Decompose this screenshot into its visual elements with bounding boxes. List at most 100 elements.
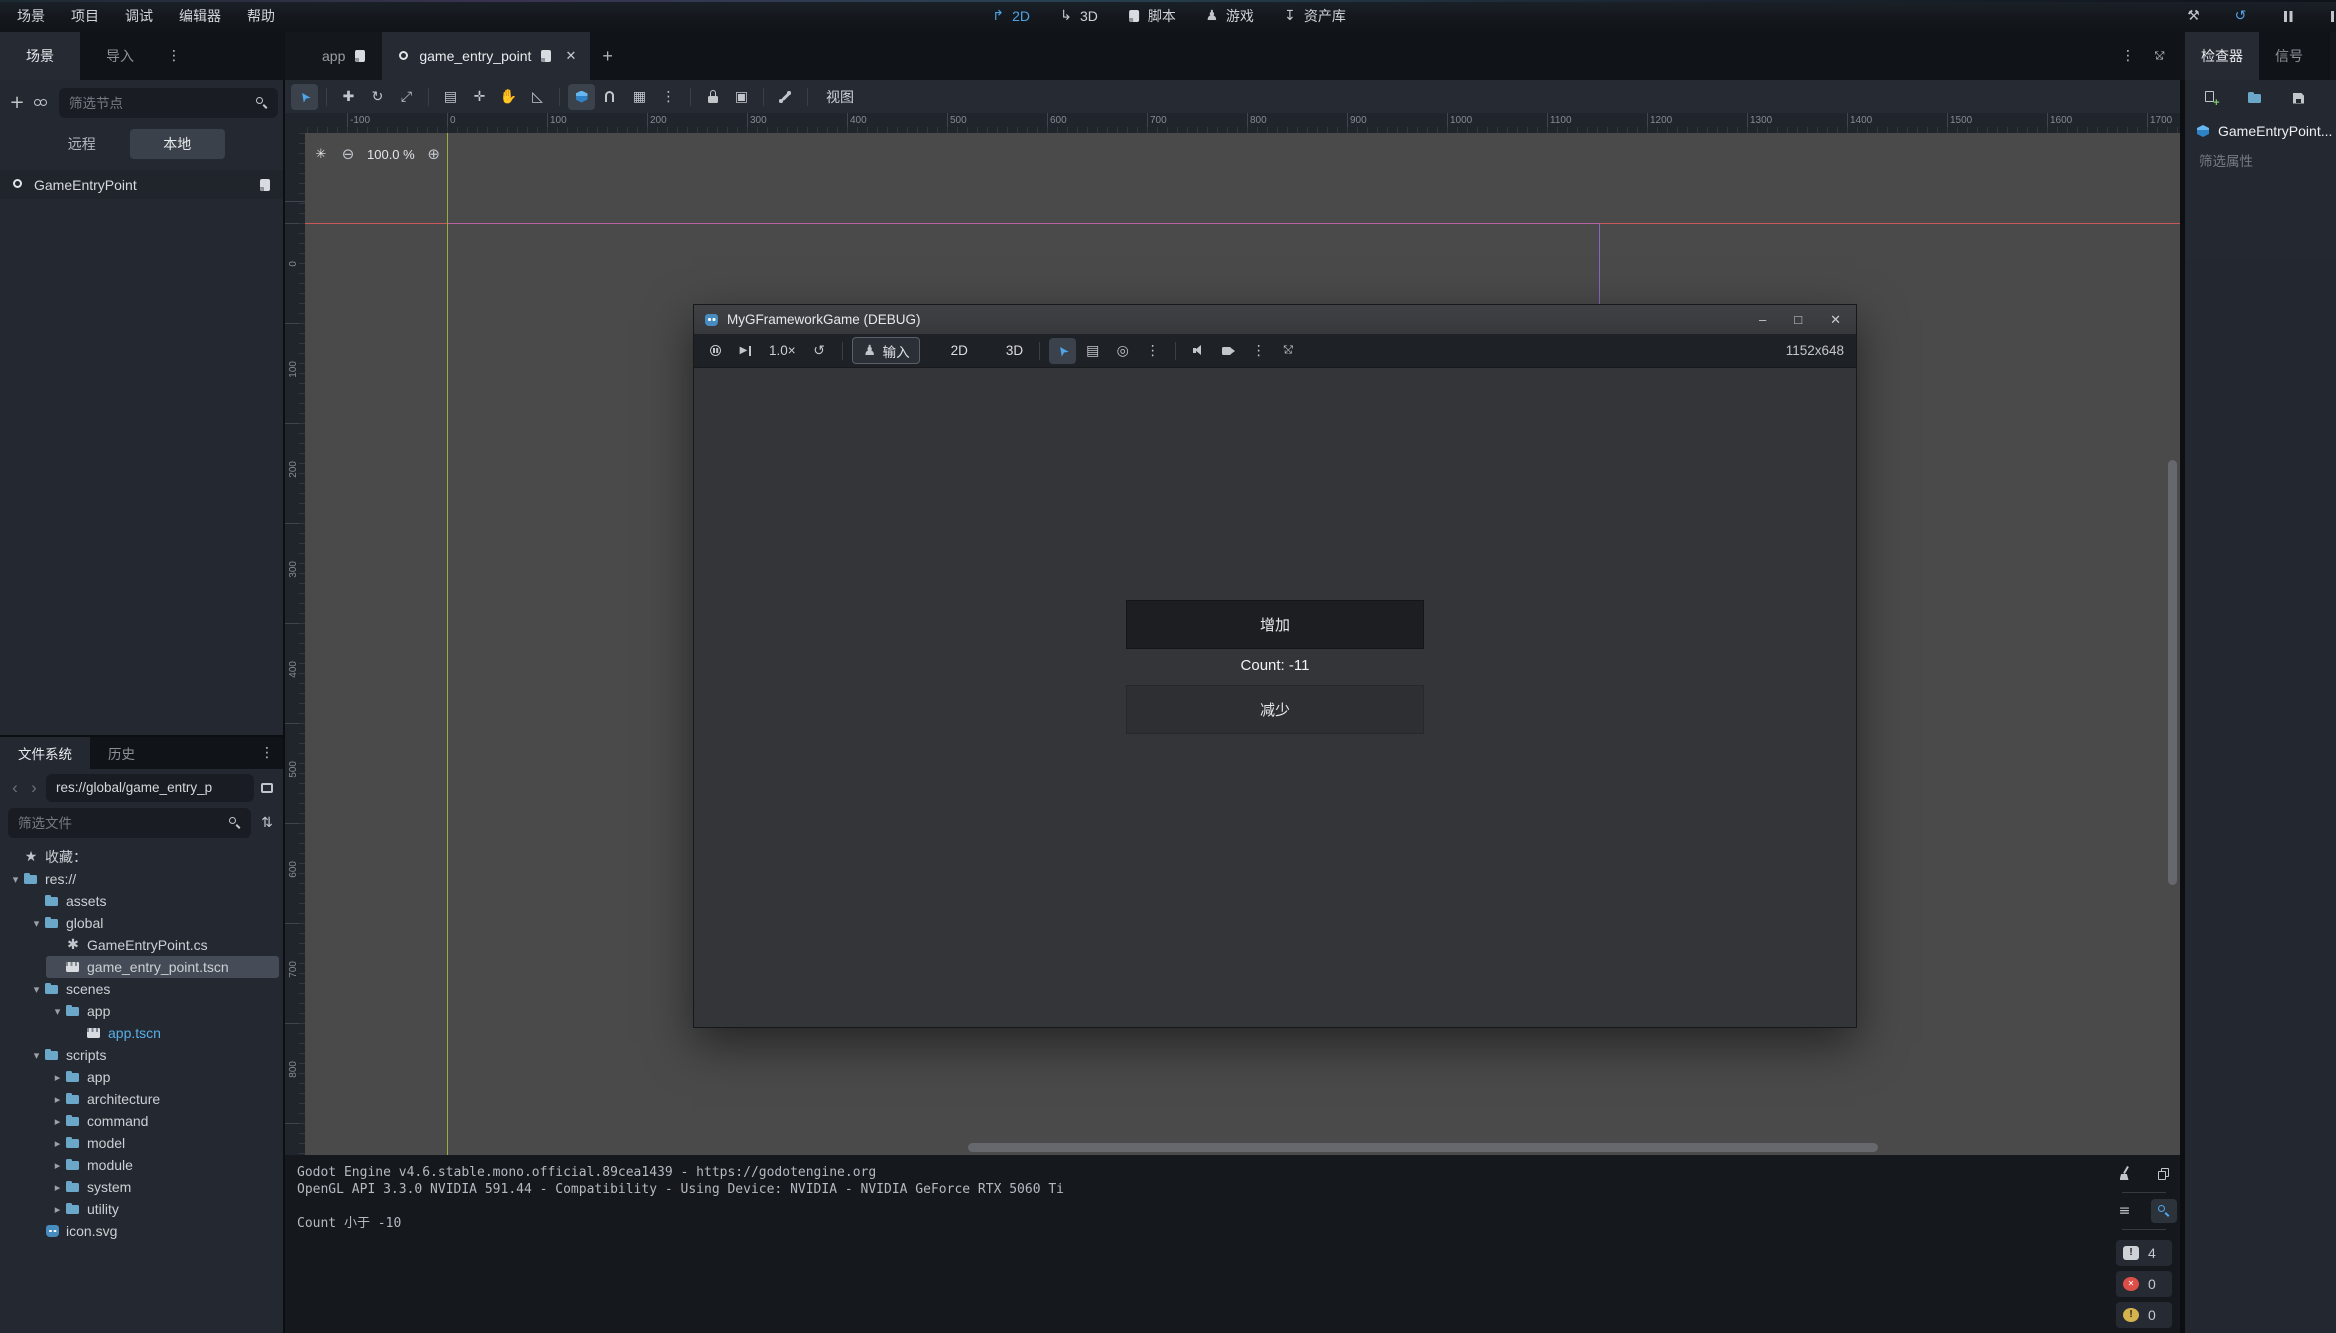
increase-button[interactable]: 增加: [1126, 600, 1424, 649]
menu-帮助[interactable]: 帮助: [234, 6, 288, 26]
pick-3d-button[interactable]: 3D: [978, 338, 1030, 363]
chevron-down-icon[interactable]: ▾: [8, 873, 23, 886]
horizontal-scrollbar[interactable]: [968, 1143, 1878, 1152]
grid-snap-toggle[interactable]: ▦: [626, 84, 653, 110]
runtime-list-select-tool[interactable]: ▤: [1079, 338, 1106, 364]
collapse-messages-button[interactable]: ≡: [2112, 1199, 2138, 1223]
chevron-right-icon[interactable]: ▸: [50, 1203, 65, 1216]
inspected-node-row[interactable]: GameEntryPoint...: [2185, 116, 2336, 146]
chevron-right-icon[interactable]: ▸: [50, 1115, 65, 1128]
mode-资产库[interactable]: ↧资产库: [1282, 6, 1346, 26]
camera-override-button[interactable]: ◎: [1109, 338, 1136, 364]
mode-3D[interactable]: ↳3D: [1058, 8, 1098, 24]
game-window-titlebar[interactable]: MyGFrameworkGame (DEBUG) – □ ✕: [694, 305, 1856, 334]
scale-tool[interactable]: ⤢: [393, 84, 420, 110]
current-path-input[interactable]: [54, 779, 246, 796]
sun-icon[interactable]: ✳: [313, 146, 329, 162]
close-tab-icon[interactable]: ✕: [565, 48, 576, 64]
error-count-badge[interactable]: 0: [2116, 1271, 2172, 1297]
menu-场景[interactable]: 场景: [4, 6, 58, 26]
scene-tab-app[interactable]: app: [285, 32, 382, 80]
build-button[interactable]: ⚒: [2180, 3, 2207, 29]
rotate-tool[interactable]: ↻: [364, 84, 391, 110]
file-tree-item-system[interactable]: ▸system: [0, 1176, 283, 1198]
maximize-icon[interactable]: □: [1794, 312, 1802, 327]
zoom-level[interactable]: 100.0 %: [367, 147, 415, 162]
snap-options-menu[interactable]: ⋮: [655, 84, 682, 110]
menu-项目[interactable]: 项目: [58, 6, 112, 26]
file-tree-item-model[interactable]: ▸model: [0, 1132, 283, 1154]
close-icon[interactable]: ✕: [1830, 312, 1841, 328]
new-resource-button[interactable]: [2197, 85, 2224, 111]
split-view-icon[interactable]: [259, 780, 275, 796]
scene-tree-root-node[interactable]: GameEntryPoint: [0, 170, 283, 199]
chevron-right-icon[interactable]: ▸: [50, 1137, 65, 1150]
suspend-button[interactable]: [702, 338, 729, 364]
pan-tool[interactable]: ✋: [495, 84, 522, 110]
file-tree-item-command[interactable]: ▸command: [0, 1110, 283, 1132]
file-tree-item-architecture[interactable]: ▸architecture: [0, 1088, 283, 1110]
file-tree-item-global[interactable]: ▾global: [0, 912, 283, 934]
chevron-down-icon[interactable]: ▾: [29, 917, 44, 930]
file-tree-item-module[interactable]: ▸module: [0, 1154, 283, 1176]
2d-viewport[interactable]: ✳ ⊖ 100.0 % ⊕ MyGFrameworkGame (DEBUG) –…: [305, 133, 2180, 1155]
resource-options-menu[interactable]: ⋮: [2329, 85, 2336, 111]
chevron-right-icon[interactable]: ▸: [50, 1093, 65, 1106]
file-tree-item-assets[interactable]: assets: [0, 890, 283, 912]
zoom-in-icon[interactable]: ⊕: [426, 146, 442, 162]
message-count-badge[interactable]: 4: [2116, 1240, 2172, 1266]
tab-options-menu[interactable]: ⋮: [251, 737, 283, 769]
distraction-free-icon[interactable]: [2152, 48, 2168, 64]
mode-游戏[interactable]: ♟游戏: [1204, 6, 1254, 26]
add-node-icon[interactable]: +: [9, 95, 25, 111]
lock-node-button[interactable]: [699, 84, 726, 110]
input-mode-button[interactable]: ♟输入: [852, 337, 920, 364]
tab-options-menu[interactable]: ⋮: [160, 32, 188, 80]
load-resource-button[interactable]: [2241, 85, 2268, 111]
pick-2d-button[interactable]: 2D: [923, 338, 975, 363]
list-select-tool[interactable]: ▤: [437, 84, 464, 110]
group-node-button[interactable]: ▣: [728, 84, 755, 110]
menu-调试[interactable]: 调试: [112, 6, 166, 26]
chevron-down-icon[interactable]: ▾: [29, 1049, 44, 1062]
file-tree-item-app[interactable]: ▸app: [0, 1066, 283, 1088]
view-menu[interactable]: 视图: [816, 87, 864, 107]
local-button[interactable]: 本地: [130, 129, 226, 159]
file-tree-item-scripts[interactable]: ▾scripts: [0, 1044, 283, 1066]
zoom-out-icon[interactable]: ⊖: [340, 146, 356, 162]
select-tool[interactable]: ➤: [291, 84, 318, 110]
mode-2D[interactable]: ↱2D: [990, 8, 1030, 24]
instance-scene-icon[interactable]: [34, 95, 50, 111]
selection-options-menu[interactable]: ⋮: [1139, 338, 1166, 364]
warning-count-badge[interactable]: 0: [2116, 1302, 2172, 1328]
restart-button[interactable]: ↺: [806, 338, 833, 364]
file-tree-item-[interactable]: ★收藏：: [0, 846, 283, 868]
runtime-select-tool[interactable]: ➤: [1049, 338, 1076, 364]
remote-button[interactable]: 远程: [34, 129, 130, 159]
camera-button[interactable]: [1215, 338, 1242, 364]
filter-nodes-input[interactable]: [67, 95, 248, 112]
sort-files-icon[interactable]: ⇅: [259, 815, 275, 831]
menu-编辑器[interactable]: 编辑器: [166, 6, 234, 26]
filter-properties-input[interactable]: [2197, 153, 2324, 170]
next-frame-button[interactable]: [732, 338, 759, 364]
filter-files-input[interactable]: [16, 815, 221, 832]
tab-导入[interactable]: 导入: [80, 32, 160, 80]
clipped-edge-button[interactable]: [2321, 3, 2336, 29]
pause-game-button[interactable]: [2274, 3, 2301, 29]
decrease-button[interactable]: 减少: [1126, 685, 1424, 734]
file-tree-item-app[interactable]: ▾app: [0, 1000, 283, 1022]
file-tree-item-utility[interactable]: ▸utility: [0, 1198, 283, 1220]
file-tree-item-res[interactable]: ▾res://: [0, 868, 283, 890]
vertical-scrollbar[interactable]: [2168, 460, 2177, 885]
file-tree-item-icon.svg[interactable]: icon.svg: [0, 1220, 283, 1242]
tab-list-menu-icon[interactable]: ⋮: [2120, 48, 2136, 64]
nav-forward-icon[interactable]: ›: [27, 778, 41, 798]
add-scene-tab-button[interactable]: +: [590, 32, 625, 80]
position-snap-tool[interactable]: ✛: [466, 84, 493, 110]
minimize-icon[interactable]: –: [1759, 312, 1766, 327]
tab-信号[interactable]: 信号: [2259, 32, 2319, 80]
mode-脚本[interactable]: 脚本: [1126, 6, 1176, 26]
file-tree-item-GameEntryPoint.cs[interactable]: ✱GameEntryPoint.cs: [0, 934, 283, 956]
more-options-menu[interactable]: ⋮: [1245, 338, 1272, 364]
